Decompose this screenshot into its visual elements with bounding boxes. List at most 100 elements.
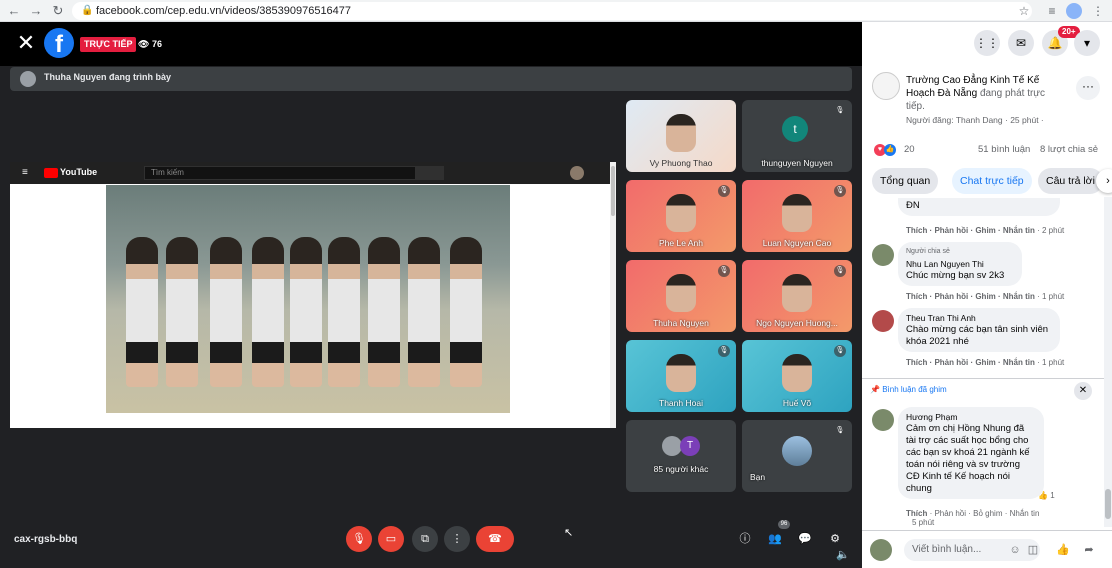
comment-actions[interactable]: Thích · Phản hồi · Ghim · Nhắn tin · 2 p… xyxy=(906,226,1064,235)
emoji-icon[interactable]: ☺ xyxy=(1008,543,1022,557)
present-screen-button[interactable]: ⧉ xyxy=(412,526,438,552)
comment-actions[interactable]: Thích · Phản hồi · Ghim · Nhắn tin · 1 p… xyxy=(906,358,1064,367)
self-tile[interactable]: 🎙 Bạn xyxy=(742,420,852,492)
share-arrow-icon[interactable]: ➦ xyxy=(1082,543,1096,557)
forward-icon[interactable]: → xyxy=(28,3,44,19)
tab-live-chat[interactable]: Chat trực tiếp xyxy=(952,168,1032,194)
comment-text: Cảm ơn chị Hồng Nhung đã tài trợ các suấ… xyxy=(906,423,1030,494)
address-bar[interactable]: 🔒 facebook.com/cep.edu.vn/videos/3853909… xyxy=(72,2,1032,20)
comment-composer: Viết bình luận... ☺ ◫ 👍 ➦ xyxy=(862,530,1112,568)
close-pinned-icon[interactable]: ✕ xyxy=(1074,382,1092,400)
info-icon[interactable]: ⓘ xyxy=(736,530,754,548)
participant-tile[interactable]: 🎙 Huế Võ xyxy=(742,340,852,412)
comment-bubble: ĐN xyxy=(898,198,1060,216)
comment-time: 5 phút xyxy=(912,518,935,527)
video-player: ✕ f TRỰC TIẾP 👁 76 Thuha Nguyen đang trì… xyxy=(0,22,862,568)
back-icon[interactable]: ← xyxy=(6,3,22,19)
bookmark-star-icon[interactable]: ☆ xyxy=(1016,3,1032,19)
person-figure xyxy=(408,237,440,387)
youtube-logo-text: YouTube xyxy=(60,167,98,177)
comments-panel: ⋮⋮ ✉ 🔔 20+ ▾ Trường Cao Đẳng Kinh Tế Kế … xyxy=(862,22,1112,568)
mouse-cursor-icon: ↖ xyxy=(564,527,574,539)
user-avatar[interactable] xyxy=(870,539,892,561)
menu-grid-icon[interactable]: ⋮⋮ xyxy=(974,30,1000,56)
commenter-avatar[interactable] xyxy=(872,310,894,332)
reload-icon[interactable]: ↻ xyxy=(50,3,66,19)
participant-tile[interactable]: Vy Phuong Thao xyxy=(626,100,736,172)
end-call-button[interactable]: ☎ xyxy=(476,526,514,552)
muted-mic-icon: 🎙 xyxy=(718,265,730,277)
post-header: Trường Cao Đẳng Kinh Tế Kế Hoạch Đà Nẵng… xyxy=(906,74,1066,113)
share-scrollbar xyxy=(610,162,616,428)
others-label: 85 người khác xyxy=(653,464,709,474)
person-figure xyxy=(126,237,158,387)
reaction-count[interactable]: 20 xyxy=(904,144,915,155)
more-options-button[interactable]: ⋮ xyxy=(444,526,470,552)
mic-off-button[interactable]: 🎙 xyxy=(346,526,372,552)
more-options-icon[interactable]: ··· xyxy=(1076,76,1100,100)
pinned-comment-section: 📌 Bình luận đã ghim ✕ Hương Phạm Cảm ơn … xyxy=(862,378,1104,518)
lock-icon: 🔒 xyxy=(81,5,94,16)
participant-face xyxy=(666,274,696,312)
participant-face xyxy=(782,274,812,312)
youtube-avatar xyxy=(570,166,584,180)
participant-tile[interactable]: 🎙 Phe Le Anh xyxy=(626,180,736,252)
commenter-avatar[interactable] xyxy=(872,409,894,431)
commenter-name[interactable]: Theu Tran Thi Anh xyxy=(906,312,1052,324)
participant-name: Thanh Hoai xyxy=(659,398,703,408)
sharer-badge: Người chia sẻ xyxy=(906,248,950,255)
commenter-name[interactable]: Nhu Lan Nguyen Thi xyxy=(906,258,1014,270)
commenter-avatar[interactable] xyxy=(872,244,894,266)
camera-off-button[interactable]: ▭ xyxy=(378,526,404,552)
person-figure xyxy=(328,237,360,387)
profile-avatar[interactable] xyxy=(1066,3,1082,19)
person-figure xyxy=(368,237,400,387)
tab-overview[interactable]: Tổng quan xyxy=(872,168,939,194)
comment-count[interactable]: 51 bình luận xyxy=(978,144,1030,155)
tab-answers[interactable]: Câu trả lời xyxy=(1038,168,1103,194)
meet-window: Thuha Nguyen đang trình bày ≡ YouTube Tì… xyxy=(0,66,862,568)
participant-name: Huế Võ xyxy=(782,398,812,408)
presenting-text: Thuha Nguyen đang trình bày xyxy=(44,72,172,82)
participant-tile[interactable]: 🎙 Thuha Nguyen xyxy=(626,260,736,332)
url-text[interactable]: facebook.com/cep.edu.vn/videos/385390976… xyxy=(96,4,351,18)
reading-list-icon[interactable]: ≡ xyxy=(1044,3,1060,19)
sticker-icon[interactable]: ◫ xyxy=(1026,543,1040,557)
participant-initial-avatar: t xyxy=(782,116,808,142)
participant-face xyxy=(666,194,696,232)
participant-face xyxy=(666,354,696,392)
participant-tile[interactable]: 🎙 Thanh Hoai xyxy=(626,340,736,412)
comment-text: Chúc mừng bạn sv 2k3 xyxy=(906,270,1005,281)
browser-menu-icon[interactable]: ⋮ xyxy=(1090,3,1106,19)
live-badge: TRỰC TIẾP xyxy=(80,37,137,52)
panel-scrollbar[interactable] xyxy=(1104,197,1112,527)
page-avatar[interactable] xyxy=(872,72,900,100)
messenger-icon[interactable]: ✉ xyxy=(1008,30,1034,56)
share-count[interactable]: 8 lượt chia sẻ xyxy=(1040,144,1098,155)
account-menu-icon[interactable]: ▾ xyxy=(1074,30,1100,56)
facebook-logo[interactable]: f xyxy=(44,28,74,58)
participant-tile[interactable]: 🎙 Ngo Nguyen Huong... xyxy=(742,260,852,332)
comment-actions[interactable]: Thích · Phản hồi · Bỏ ghim · Nhắn tin xyxy=(906,509,1039,518)
like-button-icon[interactable]: 👍 xyxy=(1056,543,1070,557)
participant-tile[interactable]: 🎙 Luan Nguyen Cao xyxy=(742,180,852,252)
participant-tile[interactable]: t 🎙 thunguyen Nguyen xyxy=(742,100,852,172)
muted-mic-icon: 🎙 xyxy=(834,185,846,197)
participant-face xyxy=(666,114,696,152)
muted-mic-icon: 🎙 xyxy=(718,185,730,197)
others-tile[interactable]: T 85 người khác xyxy=(626,420,736,492)
people-icon[interactable]: 👥 xyxy=(766,530,784,548)
pinned-comment-bubble: Hương Phạm Cảm ơn chị Hồng Nhung đã tài … xyxy=(898,407,1044,499)
participant-face xyxy=(782,194,812,232)
chat-icon[interactable]: 💬 xyxy=(796,530,814,548)
participant-name: Phe Le Anh xyxy=(659,238,703,248)
volume-icon[interactable]: 🔈 xyxy=(834,546,852,564)
muted-mic-icon: 🎙 xyxy=(718,345,730,357)
comment-bubble: Người chia sẻ Nhu Lan Nguyen Thi Chúc mừ… xyxy=(898,242,1022,286)
meeting-code: cax-rgsb-bbq xyxy=(14,534,78,545)
people-count-badge: 96 xyxy=(778,520,790,529)
close-icon[interactable]: ✕ xyxy=(14,31,38,55)
commenter-name[interactable]: Hương Phạm xyxy=(906,411,1036,423)
viewer-count-value: 76 xyxy=(151,39,162,49)
comment-actions[interactable]: Thích · Phản hồi · Ghim · Nhắn tin · 1 p… xyxy=(906,292,1064,301)
